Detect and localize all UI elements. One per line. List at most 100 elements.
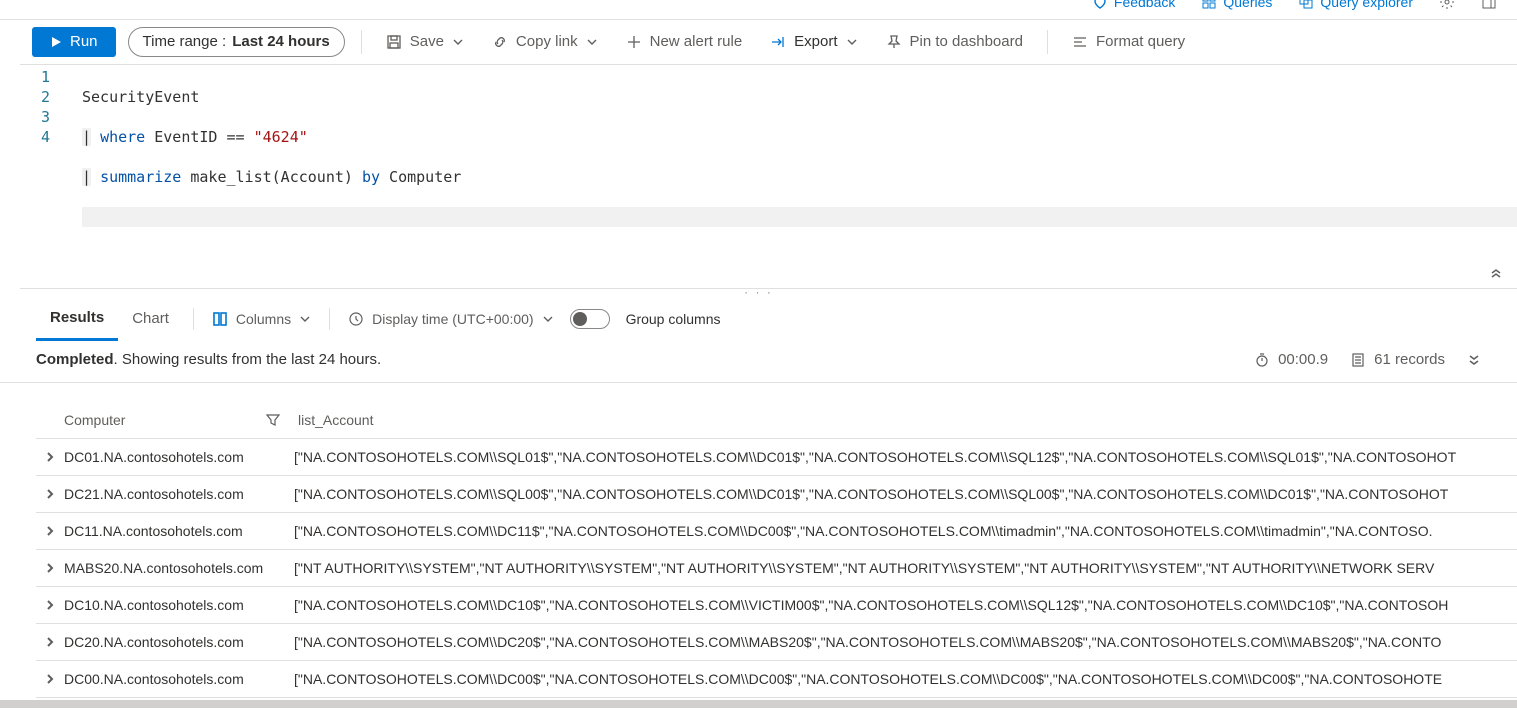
queries-label: Queries [1223, 0, 1272, 10]
feedback-label: Feedback [1114, 0, 1175, 10]
horizontal-scrollbar[interactable] [0, 700, 1517, 708]
gear-icon [1439, 0, 1455, 10]
chevron-down-icon [586, 36, 598, 48]
cell-list-account: ["NA.CONTOSOHOTELS.COM\\DC20$","NA.CONTO… [294, 634, 1517, 650]
expand-row-button[interactable] [36, 599, 64, 611]
new-alert-button[interactable]: New alert rule [618, 27, 751, 57]
columns-button[interactable]: Columns [204, 311, 319, 327]
export-label: Export [794, 33, 837, 50]
chevron-down-icon [452, 36, 464, 48]
cell-computer: DC01.NA.contosohotels.com [64, 449, 294, 465]
expand-results-button[interactable] [1467, 353, 1481, 367]
link-icon [492, 34, 508, 50]
format-icon [1072, 34, 1088, 50]
feedback-link[interactable]: Feedback [1092, 0, 1175, 10]
export-button[interactable]: Export [762, 27, 865, 57]
expand-row-button[interactable] [36, 636, 64, 648]
status-bar: Completed. Showing results from the last… [0, 343, 1517, 383]
cell-computer: DC21.NA.contosohotels.com [64, 486, 294, 502]
results-tab-bar: Results Chart Columns Display time (UTC+… [0, 295, 1517, 343]
format-label: Format query [1096, 33, 1185, 50]
query-duration: 00:00.9 [1254, 351, 1328, 368]
expand-row-button[interactable] [36, 525, 64, 537]
editor-code[interactable]: SecurityEvent | where EventID == "4624" … [20, 65, 1517, 267]
query-editor[interactable]: 1 2 3 4 SecurityEvent | where EventID ==… [20, 64, 1517, 289]
expand-row-button[interactable] [36, 673, 64, 685]
column-header-list-account[interactable]: list_Account [298, 412, 373, 428]
double-chevron-down-icon [1467, 353, 1481, 367]
divider [361, 30, 362, 54]
tab-results[interactable]: Results [36, 297, 118, 341]
topbar: Feedback Queries Query explorer [0, 0, 1517, 20]
format-button[interactable]: Format query [1064, 27, 1193, 57]
records-icon [1350, 352, 1366, 368]
run-label: Run [70, 33, 98, 50]
group-columns-toggle[interactable]: Group columns [562, 309, 729, 329]
table-row[interactable]: DC01.NA.contosohotels.com["NA.CONTOSOHOT… [36, 439, 1517, 476]
cell-computer: DC11.NA.contosohotels.com [64, 523, 294, 539]
divider [1047, 30, 1048, 54]
cell-list-account: ["NA.CONTOSOHOTELS.COM\\SQL01$","NA.CONT… [294, 449, 1517, 465]
table-row[interactable]: DC10.NA.contosohotels.com["NA.CONTOSOHOT… [36, 587, 1517, 624]
cell-list-account: ["NT AUTHORITY\\SYSTEM","NT AUTHORITY\\S… [294, 560, 1517, 576]
toggle-off[interactable] [570, 309, 610, 329]
cell-list-account: ["NA.CONTOSOHOTELS.COM\\DC00$","NA.CONTO… [294, 671, 1517, 687]
display-time-button[interactable]: Display time (UTC+00:00) [340, 311, 561, 327]
cell-list-account: ["NA.CONTOSOHOTELS.COM\\DC10$","NA.CONTO… [294, 597, 1517, 613]
results-grid: Computer list_Account DC01.NA.contosohot… [0, 401, 1517, 708]
explorer-link[interactable]: Query explorer [1298, 0, 1413, 10]
record-count: 61 records [1350, 351, 1445, 368]
plus-icon [626, 34, 642, 50]
save-label: Save [410, 33, 444, 50]
editor-gutter: 1 2 3 4 [20, 67, 60, 147]
display-time-label: Display time (UTC+00:00) [372, 311, 533, 327]
queries-icon [1201, 0, 1217, 10]
stopwatch-icon [1254, 352, 1270, 368]
cell-list-account: ["NA.CONTOSOHOTELS.COM\\DC11$","NA.CONTO… [294, 523, 1517, 539]
table-row[interactable]: DC21.NA.contosohotels.com["NA.CONTOSOHOT… [36, 476, 1517, 513]
table-row[interactable]: MABS20.NA.contosohotels.com["NT AUTHORIT… [36, 550, 1517, 587]
divider [329, 308, 330, 330]
divider [193, 308, 194, 330]
settings-button[interactable] [1439, 0, 1455, 10]
query-toolbar: Run Time range : Last 24 hours Save Copy… [0, 20, 1517, 64]
table-row[interactable]: DC11.NA.contosohotels.com["NA.CONTOSOHOT… [36, 513, 1517, 550]
collapse-editor-button[interactable] [1489, 265, 1503, 282]
timerange-select[interactable]: Time range : Last 24 hours [128, 27, 345, 57]
clock-icon [348, 311, 364, 327]
group-columns-label: Group columns [626, 311, 721, 327]
grid-header: Computer list_Account [36, 401, 1517, 439]
column-header-computer[interactable]: Computer [64, 412, 125, 428]
expand-row-button[interactable] [36, 488, 64, 500]
pin-icon [886, 34, 902, 50]
explorer-icon [1298, 0, 1314, 10]
new-alert-label: New alert rule [650, 33, 743, 50]
panel-icon [1481, 0, 1497, 10]
columns-label: Columns [236, 311, 291, 327]
explorer-label: Query explorer [1320, 0, 1413, 10]
timerange-value: Last 24 hours [232, 33, 330, 50]
queries-link[interactable]: Queries [1201, 0, 1272, 10]
timerange-label: Time range : [143, 33, 227, 50]
chevron-down-icon [299, 313, 311, 325]
expand-row-button[interactable] [36, 562, 64, 574]
save-icon [386, 34, 402, 50]
cell-computer: DC10.NA.contosohotels.com [64, 597, 294, 613]
chevron-down-icon [846, 36, 858, 48]
status-completed: Completed [36, 351, 114, 368]
expand-row-button[interactable] [36, 451, 64, 463]
pin-label: Pin to dashboard [910, 33, 1023, 50]
pin-button[interactable]: Pin to dashboard [878, 27, 1031, 57]
filter-icon[interactable] [266, 413, 280, 427]
cell-computer: DC00.NA.contosohotels.com [64, 671, 294, 687]
panel-button[interactable] [1481, 0, 1497, 10]
chevron-down-icon [542, 313, 554, 325]
table-row[interactable]: DC20.NA.contosohotels.com["NA.CONTOSOHOT… [36, 624, 1517, 661]
tab-chart[interactable]: Chart [118, 298, 183, 341]
cell-list-account: ["NA.CONTOSOHOTELS.COM\\SQL00$","NA.CONT… [294, 486, 1517, 502]
save-button[interactable]: Save [378, 27, 472, 57]
play-icon [50, 36, 62, 48]
run-button[interactable]: Run [32, 27, 116, 57]
copy-link-button[interactable]: Copy link [484, 27, 606, 57]
table-row[interactable]: DC00.NA.contosohotels.com["NA.CONTOSOHOT… [36, 661, 1517, 698]
